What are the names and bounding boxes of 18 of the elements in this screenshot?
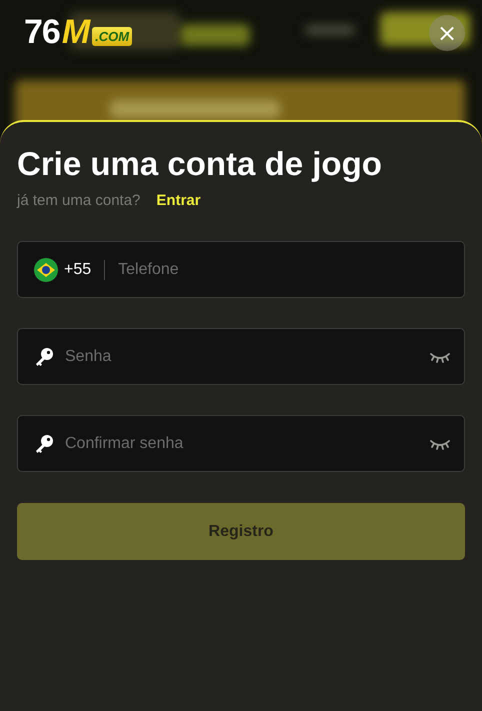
key-icon [34, 346, 54, 366]
password-field[interactable]: Senha [17, 328, 465, 385]
dial-code: +55 [64, 260, 92, 278]
form-title: Crie uma conta de jogo [17, 144, 383, 184]
login-link[interactable]: Entrar [156, 192, 201, 209]
phone-input[interactable]: Telefone [118, 260, 450, 278]
phone-field[interactable]: +55 Telefone [17, 241, 465, 298]
flag-icon [34, 258, 58, 282]
login-prompt: já tem uma conta? [17, 192, 140, 209]
logo-number: 76 [24, 15, 60, 49]
eye-closed-icon[interactable] [430, 438, 450, 450]
logo-domain-badge: .COM [92, 26, 132, 46]
key-icon [34, 434, 54, 454]
password-input[interactable]: Senha [65, 348, 430, 366]
eye-closed-icon[interactable] [430, 350, 450, 362]
password-field[interactable]: Confirmar senha [17, 415, 465, 472]
password-input[interactable]: Confirmar senha [65, 434, 430, 452]
logo-letter: M [62, 15, 90, 49]
